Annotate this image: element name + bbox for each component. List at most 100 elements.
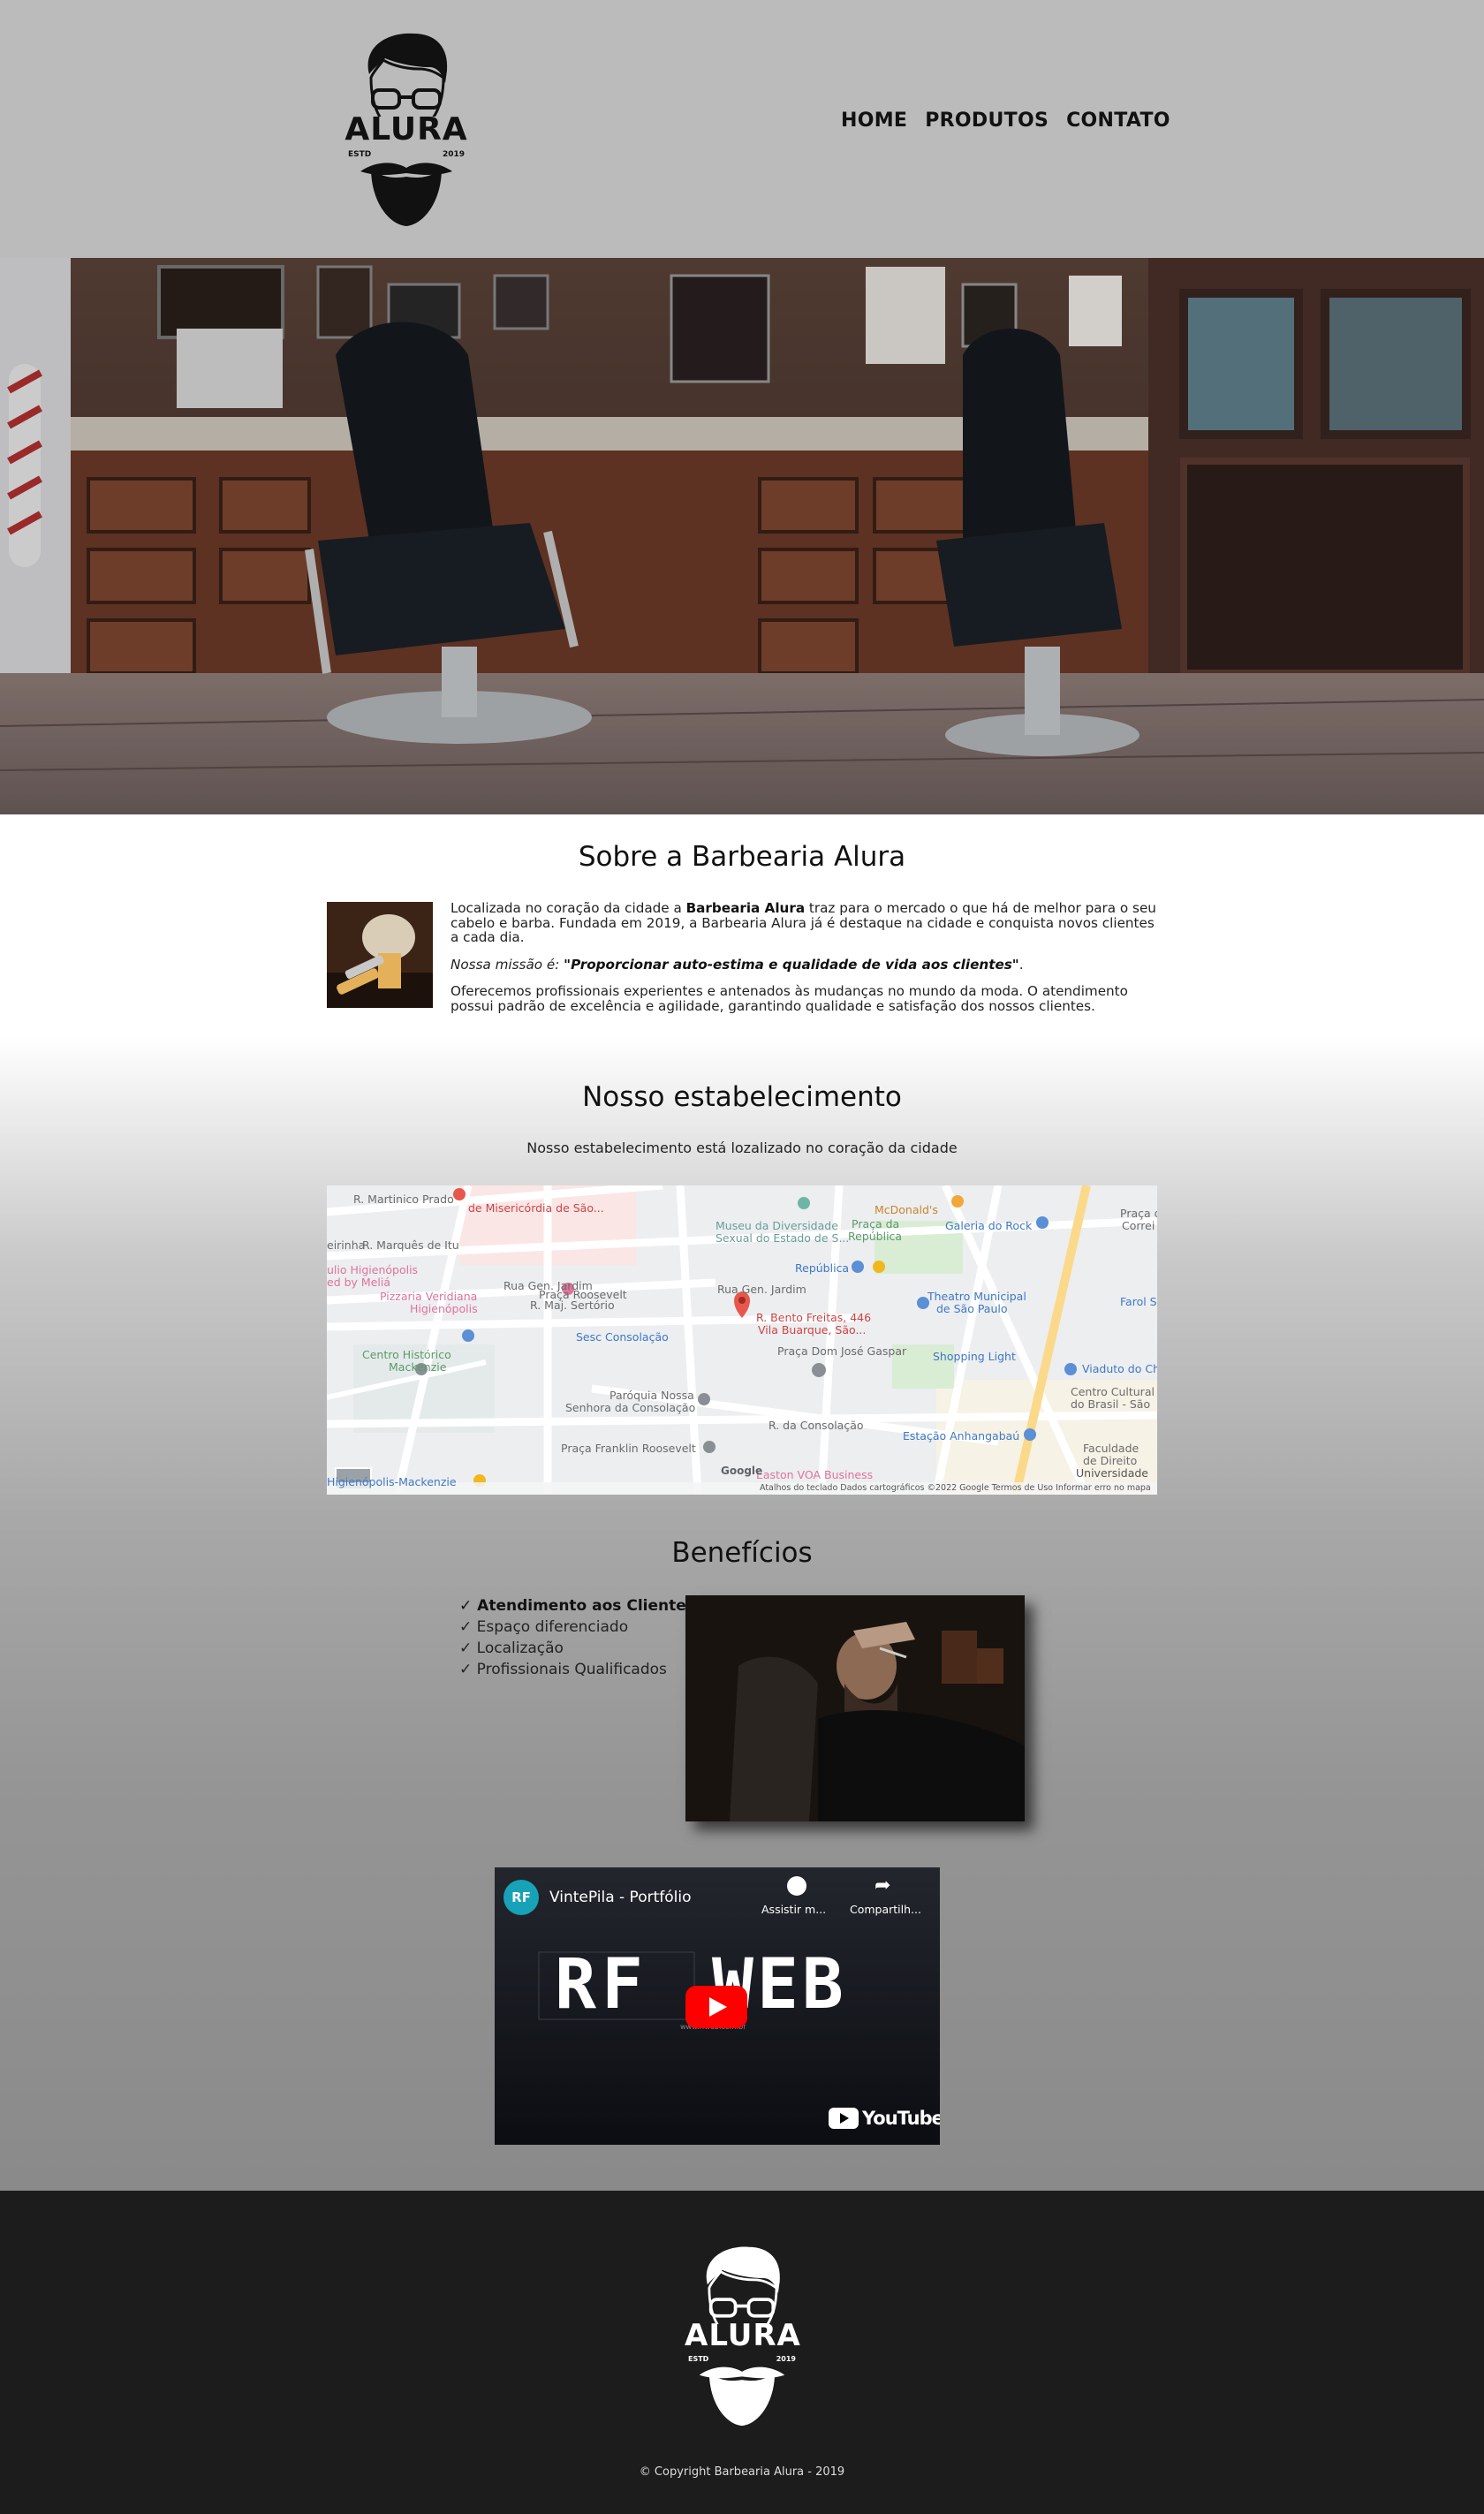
footer-logo-estd: ESTD xyxy=(688,2355,709,2363)
about-p1-pre: Localizada no coração da cidade a xyxy=(450,900,686,916)
watch-later-icon[interactable] xyxy=(787,1876,806,1896)
map-label: Sesc Consolação xyxy=(576,1330,669,1344)
youtube-video-embed[interactable]: RF VintePila - Portfólio Assistir m... ➦… xyxy=(495,1867,940,2145)
map-label: Mackenzie xyxy=(389,1360,447,1374)
map-label: do Brasil - São xyxy=(1071,1397,1151,1411)
brand-left: RF xyxy=(555,1945,648,2025)
benefits-image xyxy=(685,1595,1025,1821)
about-text: Localizada no coração da cidade a Barbea… xyxy=(450,901,1157,1026)
map-pin-label: Vila Buarque, São... xyxy=(758,1323,867,1337)
google-map[interactable]: R. Martinico Prado eirinha R. Marquês de… xyxy=(327,1185,1157,1495)
map-label: eirinha xyxy=(327,1238,366,1252)
site-header: ALURA ESTD 2019 HOME PRODUTOS CONTATO xyxy=(0,0,1484,258)
share-label[interactable]: Compartilh... xyxy=(850,1903,921,1916)
map-label: Centro Cultural xyxy=(1071,1385,1155,1398)
map-label: República xyxy=(848,1230,903,1243)
map-label: de Direito xyxy=(1083,1454,1138,1467)
benefit-label: Espaço diferenciado xyxy=(476,1618,629,1636)
map-label: Praça Dom José Gaspar xyxy=(777,1344,907,1358)
barbershop-photo-icon xyxy=(0,258,1484,814)
map-label: Theatro Municipal xyxy=(928,1290,1026,1303)
youtube-icon xyxy=(829,2108,859,2129)
mission-label: Nossa missão é: xyxy=(450,956,564,973)
copyright: © Copyright Barbearia Alura - 2019 xyxy=(639,2465,845,2479)
mission-end: . xyxy=(1018,956,1024,973)
map-label: Shopping Light xyxy=(933,1350,1016,1363)
play-button[interactable] xyxy=(685,1986,747,2028)
map-label: de São Paulo xyxy=(936,1302,1008,1315)
map-pin-label: R. Bento Freitas, 446 xyxy=(756,1311,872,1324)
map-label: Faculdade xyxy=(1083,1442,1140,1455)
shaving-brush-icon xyxy=(327,902,433,1008)
estab-subtitle: Nosso estabelecimento está lozalizado no… xyxy=(526,1140,958,1156)
benefit-item: ✓ Profissionais Qualificados xyxy=(459,1659,695,1680)
about-paragraph-1: Localizada no coração da cidade a Barbea… xyxy=(450,901,1157,945)
footer-logo-text: ALURA xyxy=(685,2318,801,2353)
map-label: Paróquia Nossa xyxy=(610,1389,694,1402)
map-label: Praça Franklin Roosevelt xyxy=(561,1442,696,1455)
map-label: Viaduto do Ch xyxy=(1082,1362,1157,1375)
map-label: R. Martinico Prado xyxy=(353,1193,454,1206)
check-icon: ✓ xyxy=(459,1618,473,1636)
share-icon[interactable]: ➦ xyxy=(874,1874,890,1897)
map-label: Easton VOA Business xyxy=(756,1468,874,1481)
map-label: Centro Histórico xyxy=(362,1348,451,1361)
map-label: Praça d xyxy=(1120,1207,1157,1220)
map-label: Higienópolis-Mackenzie xyxy=(327,1475,457,1488)
nav-contato[interactable]: CONTATO xyxy=(1066,110,1170,132)
benefits-list: ✓ Atendimento aos Clientes ✓ Espaço dife… xyxy=(459,1595,695,1680)
footer-logo[interactable]: ALURA ESTD 2019 xyxy=(685,2240,801,2431)
map-label: Farol S xyxy=(1120,1295,1157,1308)
map-label: R. da Consolação xyxy=(768,1419,864,1432)
logo-year: 2019 xyxy=(442,150,465,159)
benefit-label: Atendimento aos Clientes xyxy=(477,1597,695,1615)
map-label: Praça da xyxy=(852,1217,900,1230)
map-label: Museu da Diversidade xyxy=(716,1219,838,1232)
benefit-label: Localização xyxy=(476,1639,564,1657)
logo[interactable]: ALURA ESTD 2019 xyxy=(344,28,468,230)
watch-later-label[interactable]: Assistir m... xyxy=(761,1903,826,1916)
check-icon: ✓ xyxy=(459,1639,473,1657)
check-icon: ✓ xyxy=(459,1661,473,1678)
check-icon: ✓ xyxy=(459,1597,473,1615)
about-title: Sobre a Barbearia Alura xyxy=(578,841,906,873)
map-footer-links[interactable]: Atalhos do teclado Dados cartográficos ©… xyxy=(760,1483,1151,1493)
map-label: Pizzaria Veridiana xyxy=(380,1290,478,1303)
youtube-logo[interactable]: YouTube xyxy=(829,2108,940,2129)
about-p1-bold: Barbearia Alura xyxy=(685,900,806,916)
map-label: R. Marquês de Itu xyxy=(362,1238,459,1252)
about-image xyxy=(327,902,433,1008)
benefits-title: Benefícios xyxy=(671,1537,813,1569)
map-label: República xyxy=(795,1261,850,1275)
benefit-item: ✓ Atendimento aos Clientes xyxy=(459,1595,695,1617)
logo-text: ALURA xyxy=(344,111,468,148)
map-label: Estação Anhangabaú xyxy=(903,1429,1020,1443)
video-title[interactable]: VintePila - Portfólio xyxy=(549,1889,692,1906)
map-label: ed by Meliá xyxy=(327,1276,390,1289)
play-icon xyxy=(709,1997,727,2017)
map-label: de Misericórdia de São... xyxy=(468,1201,604,1215)
nav-home[interactable]: HOME xyxy=(841,110,907,132)
footer-logo-year: 2019 xyxy=(776,2355,796,2363)
map-label: McDonald's xyxy=(874,1203,938,1216)
map-label: Galeria do Rock xyxy=(945,1219,1033,1232)
nav-produtos[interactable]: PRODUTOS xyxy=(925,110,1049,132)
map-label: Praça Roosevelt xyxy=(539,1288,627,1301)
logo-estd: ESTD xyxy=(348,150,372,159)
about-mission: Nossa missão é: "Proporcionar auto-estim… xyxy=(450,956,1157,973)
map-label: Universidade xyxy=(1076,1466,1148,1480)
map-label: Correi xyxy=(1122,1219,1155,1232)
map-label: Rua Gen. Jardim xyxy=(717,1283,806,1296)
map-label: Sexual do Estado de S... xyxy=(716,1231,850,1245)
benefit-label: Profissionais Qualificados xyxy=(476,1661,667,1678)
hero-banner xyxy=(0,258,1484,814)
beard-trim-photo-icon xyxy=(685,1595,1025,1821)
benefit-item: ✓ Espaço diferenciado xyxy=(459,1617,695,1638)
benefit-item: ✓ Localização xyxy=(459,1638,695,1659)
channel-avatar-icon[interactable]: RF xyxy=(504,1880,539,1915)
estab-title: Nosso estabelecimento xyxy=(582,1081,902,1113)
youtube-wordmark: YouTube xyxy=(862,2108,940,2129)
map-label: Senhora da Consolação xyxy=(565,1401,696,1414)
google-wordmark: Google xyxy=(721,1465,763,1477)
mission-text: "Proporcionar auto-estima e qualidade de… xyxy=(564,956,1019,973)
